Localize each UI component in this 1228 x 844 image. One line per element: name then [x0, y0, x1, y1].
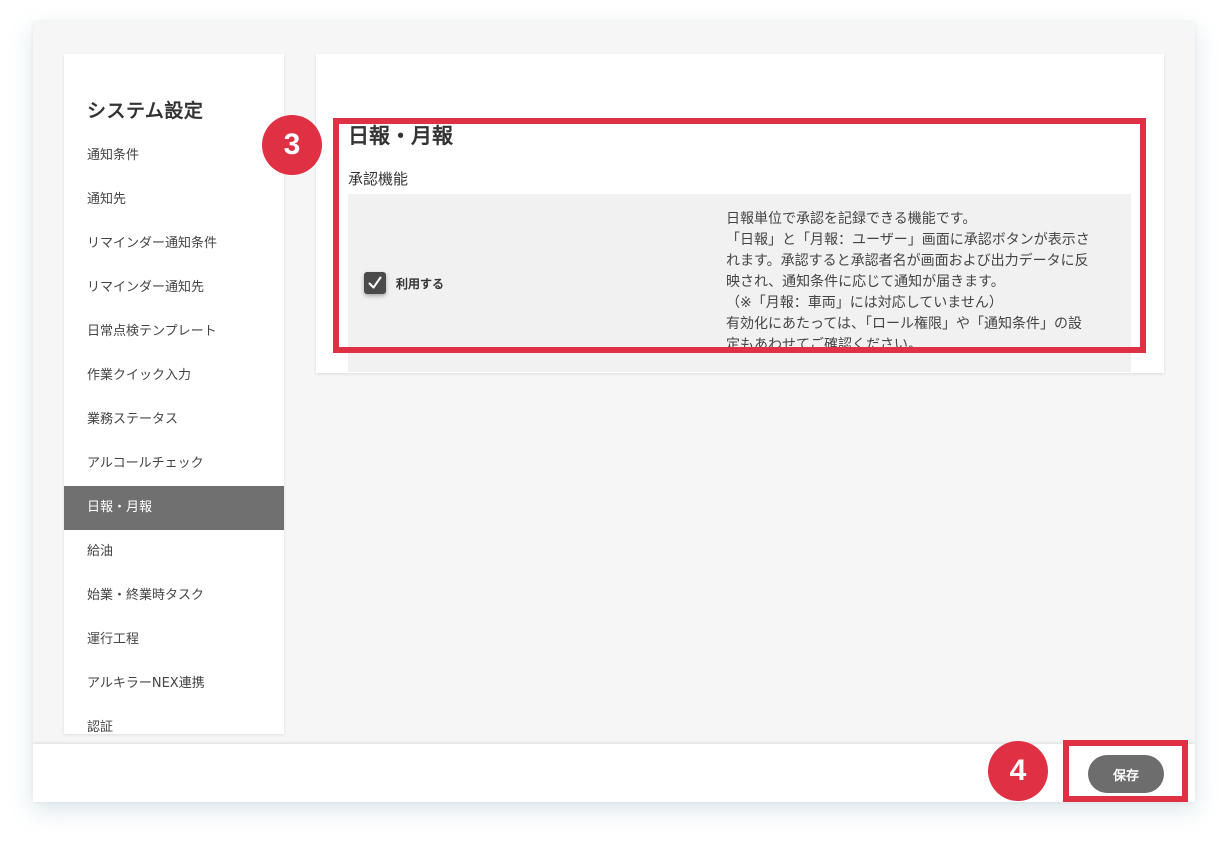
sidebar-item-alkiller-nex[interactable]: アルキラーNEX連携	[64, 662, 284, 706]
sidebar-item-quick-task-input[interactable]: 作業クイック入力	[64, 354, 284, 398]
sidebar-list: 通知条件 通知先 リマインダー通知条件 リマインダー通知先 日常点検テンプレート…	[64, 134, 284, 750]
sidebar-title: システム設定	[87, 100, 204, 122]
sidebar-item-notification-recipients[interactable]: 通知先	[64, 178, 284, 222]
sidebar-item-reminder-conditions[interactable]: リマインダー通知条件	[64, 222, 284, 266]
sidebar-item-operation-process[interactable]: 運行工程	[64, 618, 284, 662]
sidebar-item-daily-inspection-template[interactable]: 日常点検テンプレート	[64, 310, 284, 354]
sidebar-item-alcohol-check[interactable]: アルコールチェック	[64, 442, 284, 486]
sidebar-item-daily-monthly-report[interactable]: 日報・月報	[64, 486, 284, 530]
sidebar: システム設定 通知条件 通知先 リマインダー通知条件 リマインダー通知先 日常点…	[64, 54, 284, 735]
highlight-box-approval	[333, 118, 1146, 353]
callout-step-4: 4	[988, 741, 1048, 801]
sidebar-item-reminder-recipients[interactable]: リマインダー通知先	[64, 266, 284, 310]
callout-step-3: 3	[262, 115, 322, 175]
sidebar-item-work-status[interactable]: 業務ステータス	[64, 398, 284, 442]
highlight-box-save	[1063, 740, 1188, 802]
sidebar-item-refueling[interactable]: 給油	[64, 530, 284, 574]
sidebar-item-notification-conditions[interactable]: 通知条件	[64, 134, 284, 178]
sidebar-item-start-end-tasks[interactable]: 始業・終業時タスク	[64, 574, 284, 618]
